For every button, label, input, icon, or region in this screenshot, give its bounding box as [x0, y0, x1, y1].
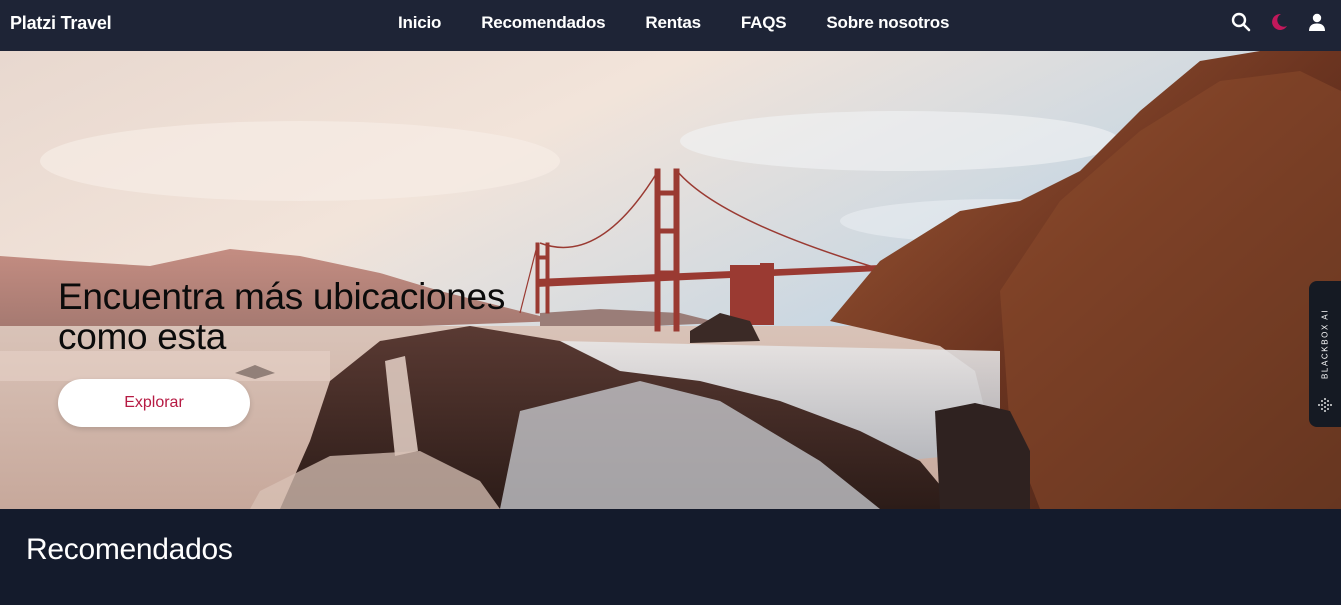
nav-link-sobre-nosotros[interactable]: Sobre nosotros — [826, 13, 949, 33]
hero-banner: Encuentra más ubicaciones como esta Expl… — [0, 51, 1341, 509]
section-title: Recomendados — [26, 533, 233, 566]
explore-button[interactable]: Explorar — [58, 379, 250, 427]
header-icons — [1231, 11, 1327, 33]
user-icon[interactable] — [1307, 11, 1327, 33]
brand-logo[interactable]: Platzi Travel — [10, 13, 112, 34]
nav-link-faqs[interactable]: FAQS — [741, 13, 787, 33]
search-icon[interactable] — [1231, 11, 1251, 33]
nav-link-recomendados[interactable]: Recomendados — [481, 13, 605, 33]
nav-link-inicio[interactable]: Inicio — [398, 13, 441, 33]
dots-icon — [1316, 396, 1334, 419]
blackbox-ai-widget[interactable]: BLACKBOX AI — [1309, 281, 1341, 427]
widget-label: BLACKBOX AI — [1320, 308, 1330, 380]
main-nav: Inicio Recomendados Rentas FAQS Sobre no… — [398, 0, 949, 45]
recommended-section: Recomendados — [0, 509, 1341, 605]
hero-title: Encuentra más ubicaciones como esta — [58, 276, 506, 357]
moon-icon[interactable] — [1269, 11, 1289, 33]
nav-link-rentas[interactable]: Rentas — [645, 13, 701, 33]
top-navbar: Platzi Travel Inicio Recomendados Rentas… — [0, 0, 1341, 51]
